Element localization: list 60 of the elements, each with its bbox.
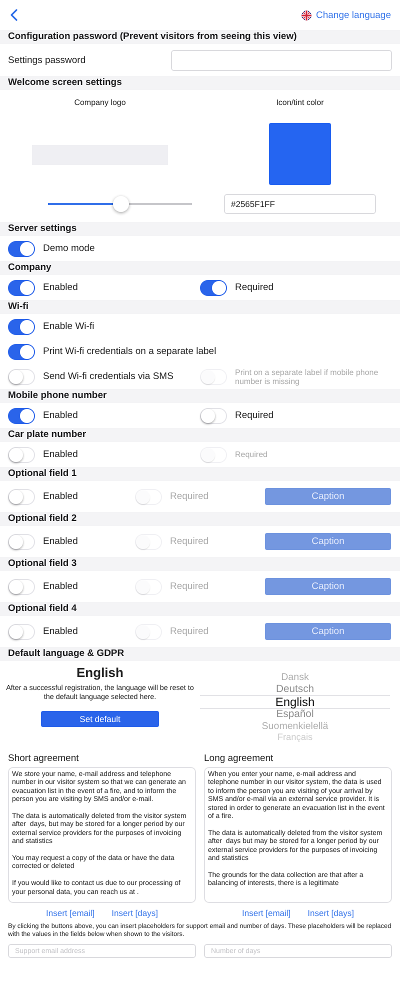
section-header: Car plate number (0, 428, 400, 442)
section-header: Default language & GDPR (0, 647, 400, 661)
toggle-label: Enabled (43, 491, 78, 502)
language-option[interactable]: English (200, 695, 390, 709)
toggle-switch[interactable] (8, 318, 35, 334)
section-header: Wi-fi (0, 300, 400, 314)
toggle-label: Enabled (43, 626, 78, 637)
language-option[interactable]: Español (276, 709, 314, 720)
tint-label: Icon/tint color (276, 98, 324, 107)
toggle-label: Enabled (43, 581, 78, 592)
section-header: Configuration password (Prevent visitors from seeing this view) (0, 30, 400, 44)
section-header: Server settings (0, 222, 400, 236)
toggle-label: Enabled (43, 410, 78, 421)
insert-link[interactable]: Insert [email] (46, 908, 95, 918)
language-option[interactable]: Deutsch (276, 684, 314, 695)
language-option[interactable]: Suomenkielellä (262, 720, 328, 732)
language-option[interactable]: Dansk (281, 672, 309, 684)
toggle-label: Required (235, 282, 274, 293)
toggle-label: Required (235, 410, 274, 421)
toggle-label: Required (170, 581, 209, 592)
insert-link[interactable]: Insert [days] (112, 908, 158, 918)
toggle-label: Enabled (43, 536, 78, 547)
flag-icon (300, 10, 312, 20)
color-swatch[interactable] (269, 123, 331, 185)
toggle-label: Required (170, 536, 209, 547)
toggle-label: Enabled (43, 282, 78, 293)
toggle-label: Enable Wi-fi (43, 321, 94, 332)
toggle-label: Print Wi-fi credentials on a separate label (43, 346, 216, 357)
color-field[interactable]: #2565F1FF (224, 194, 376, 214)
field-label: Settings password (8, 54, 86, 66)
insert-link[interactable]: Insert [days] (308, 908, 354, 918)
agreement-title: Short agreement (8, 753, 80, 764)
change-language-link[interactable]: Change language (316, 10, 391, 20)
toggle-switch[interactable] (8, 344, 35, 360)
current-language: English (76, 665, 124, 680)
agreement-title: Long agreement (204, 753, 274, 764)
section-header: Optional field 3 (0, 557, 400, 571)
logo-label: Company logo (74, 98, 126, 107)
section-header: Optional field 4 (0, 602, 400, 616)
toggle-label: Print on a separate label if mobile phone number is missing (235, 368, 380, 386)
back-icon[interactable] (10, 9, 18, 21)
toggle-label: Required (235, 450, 268, 459)
password-field[interactable] (171, 50, 392, 70)
toggle-switch[interactable] (8, 280, 35, 296)
set-default-button[interactable]: Set default (41, 711, 159, 727)
insert-link[interactable]: Insert [email] (242, 908, 291, 918)
section-header: Mobile phone number (0, 389, 400, 403)
section-header: Optional field 2 (0, 512, 400, 526)
toggle-label: Required (170, 491, 209, 502)
toggle-label: Required (170, 626, 209, 637)
slider-thumb[interactable] (113, 196, 130, 212)
toggle-label: Send Wi-fi credentials via SMS (43, 371, 174, 382)
section-header: Company (0, 261, 400, 275)
section-header: Welcome screen settings (0, 76, 400, 90)
toggle-switch[interactable] (8, 408, 35, 424)
toggle-label: Demo mode (43, 243, 95, 254)
toggle-label: Enabled (43, 449, 78, 460)
toggle-switch[interactable] (200, 280, 227, 296)
section-header: Optional field 1 (0, 467, 400, 481)
toggle-switch[interactable] (8, 240, 35, 256)
